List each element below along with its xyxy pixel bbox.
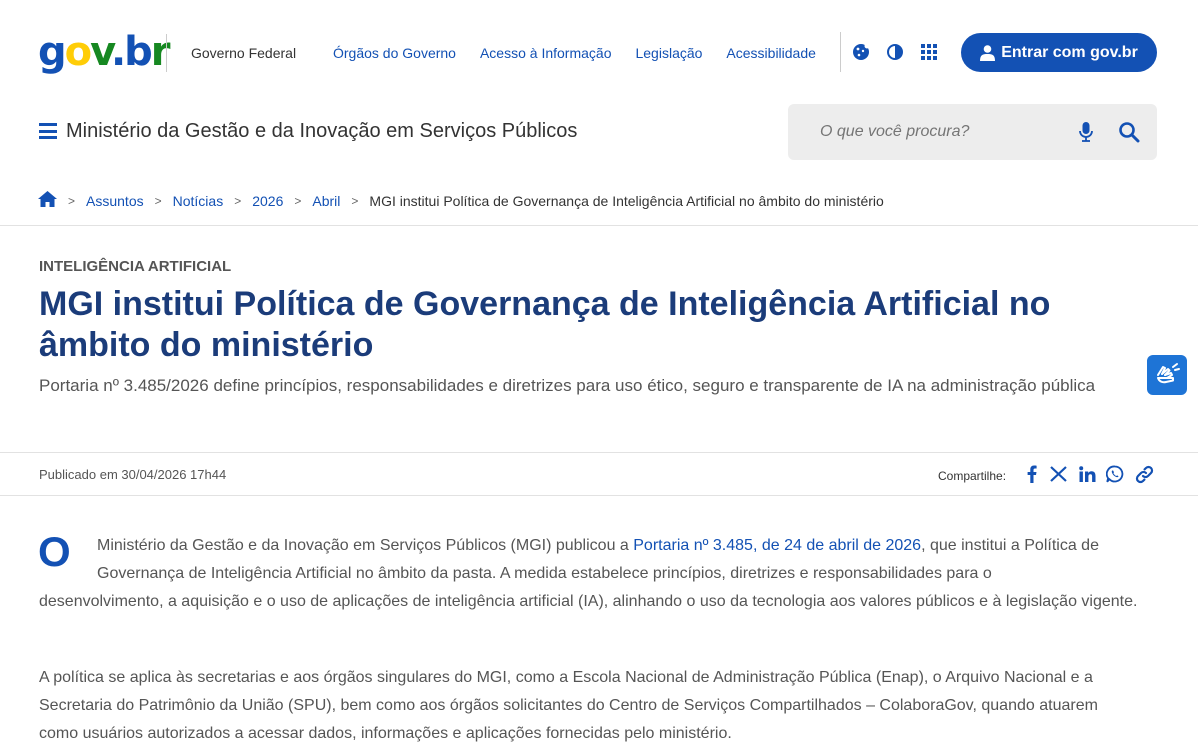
- sign-language-icon: [1157, 363, 1180, 384]
- top-nav: Órgãos do Governo Acesso à Informação Le…: [333, 45, 816, 61]
- link-acesso-informacao[interactable]: Acesso à Informação: [480, 45, 612, 61]
- whatsapp-icon[interactable]: [1105, 464, 1125, 484]
- login-button[interactable]: Entrar com gov.br: [961, 33, 1157, 72]
- home-icon[interactable]: [38, 191, 57, 210]
- contrast-icon[interactable]: [885, 42, 905, 62]
- governo-federal-label: Governo Federal: [191, 45, 297, 61]
- portaria-link[interactable]: Portaria nº 3.485, de 24 de abril de 202…: [633, 537, 921, 554]
- article-paragraph-2: A política se aplica às secretarias e ao…: [39, 669, 1098, 742]
- article-subtitle: Portaria nº 3.485/2026 define princípios…: [39, 376, 1096, 395]
- breadcrumb-abril[interactable]: Abril: [312, 193, 340, 209]
- breadcrumb-2026[interactable]: 2026: [252, 193, 283, 209]
- article-paragraph-1a: Ministério da Gestão e da Inovação em Se…: [97, 532, 1157, 588]
- divider: [0, 452, 1198, 453]
- chevron-right-icon: >: [294, 193, 302, 208]
- chevron-right-icon: >: [234, 193, 242, 208]
- share-label: Compartilhe:: [938, 469, 1007, 483]
- chevron-right-icon: >: [68, 193, 76, 208]
- tools-divider: [840, 32, 841, 72]
- copy-link-icon[interactable]: [1134, 464, 1154, 484]
- breadcrumb-current: MGI institui Política de Governança de I…: [369, 192, 884, 209]
- search-icon[interactable]: [1118, 121, 1140, 148]
- paragraph-text: Ministério da Gestão e da Inovação em Se…: [97, 537, 634, 554]
- header: gov.br Governo Federal Órgãos do Governo…: [0, 0, 1198, 104]
- divider: [0, 225, 1198, 226]
- login-label: Entrar com gov.br: [1001, 43, 1138, 61]
- site-name[interactable]: Ministério da Gestão e da Inovação em Se…: [66, 120, 577, 143]
- link-legislacao[interactable]: Legislação: [635, 45, 702, 61]
- breadcrumb-assuntos[interactable]: Assuntos: [86, 193, 144, 209]
- cookie-icon[interactable]: [851, 42, 871, 62]
- vlibras-accessibility-button[interactable]: [1147, 355, 1187, 395]
- hamburger-menu-icon[interactable]: [39, 123, 57, 139]
- apps-grid-icon[interactable]: [919, 42, 939, 62]
- article-title: MGI institui Política de Governança de I…: [39, 285, 1051, 364]
- user-icon: [980, 44, 996, 61]
- search-input[interactable]: [820, 123, 1060, 141]
- breadcrumb: > Assuntos > Notícias > 2026 > Abril > M…: [38, 191, 884, 210]
- article-paragraph-1b: desenvolvimento, a aquisição e o uso de …: [39, 593, 1138, 610]
- search-bar: [788, 104, 1157, 160]
- logo-divider: [166, 34, 167, 72]
- drop-cap: O: [38, 528, 71, 575]
- breadcrumb-noticias[interactable]: Notícias: [173, 193, 224, 209]
- article-category: INTELIGÊNCIA ARTIFICIAL: [39, 258, 232, 275]
- x-twitter-icon[interactable]: [1048, 464, 1068, 484]
- link-acessibilidade[interactable]: Acessibilidade: [726, 45, 816, 61]
- microphone-icon[interactable]: [1078, 121, 1094, 148]
- divider: [0, 495, 1198, 496]
- chevron-right-icon: >: [154, 193, 162, 208]
- govbr-logo[interactable]: gov.br: [38, 28, 170, 76]
- chevron-right-icon: >: [351, 193, 359, 208]
- link-orgaos-do-governo[interactable]: Órgãos do Governo: [333, 45, 456, 61]
- facebook-icon[interactable]: [1022, 464, 1042, 484]
- published-date: Publicado em 30/04/2026 17h44: [39, 467, 227, 482]
- linkedin-icon[interactable]: [1077, 464, 1097, 484]
